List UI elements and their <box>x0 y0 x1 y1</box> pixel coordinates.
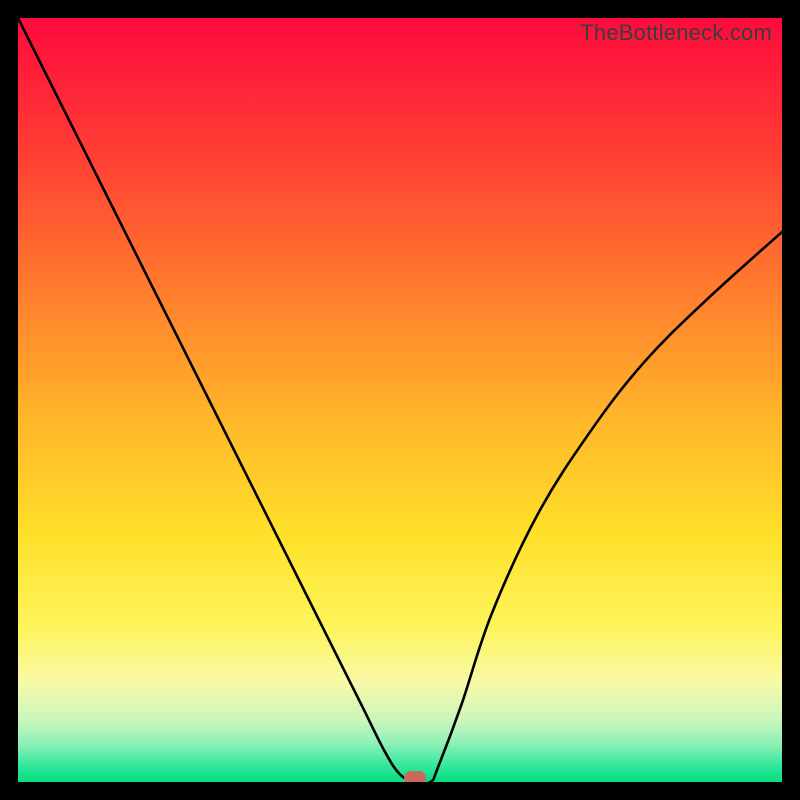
optimal-point-marker <box>404 771 426 782</box>
bottleneck-curve-path <box>18 18 782 782</box>
chart-frame: TheBottleneck.com <box>0 0 800 800</box>
plot-area: TheBottleneck.com <box>18 18 782 782</box>
curve-svg <box>18 18 782 782</box>
watermark-text: TheBottleneck.com <box>580 20 772 46</box>
